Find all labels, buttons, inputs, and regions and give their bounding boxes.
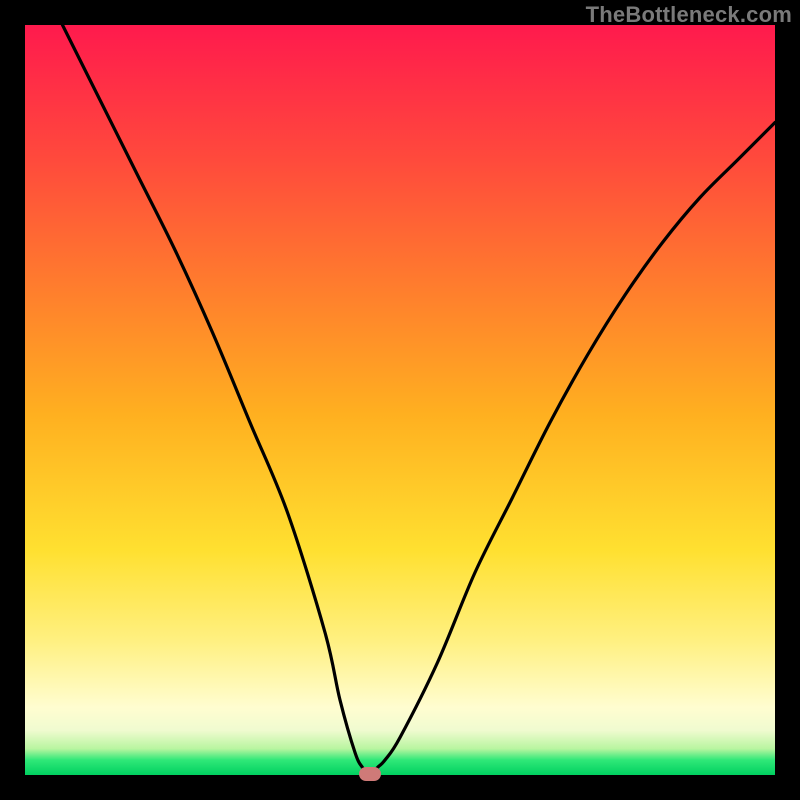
plot-area [25,25,775,775]
optimal-point-marker [359,767,381,781]
chart-frame: TheBottleneck.com [0,0,800,800]
bottleneck-curve [25,25,775,775]
